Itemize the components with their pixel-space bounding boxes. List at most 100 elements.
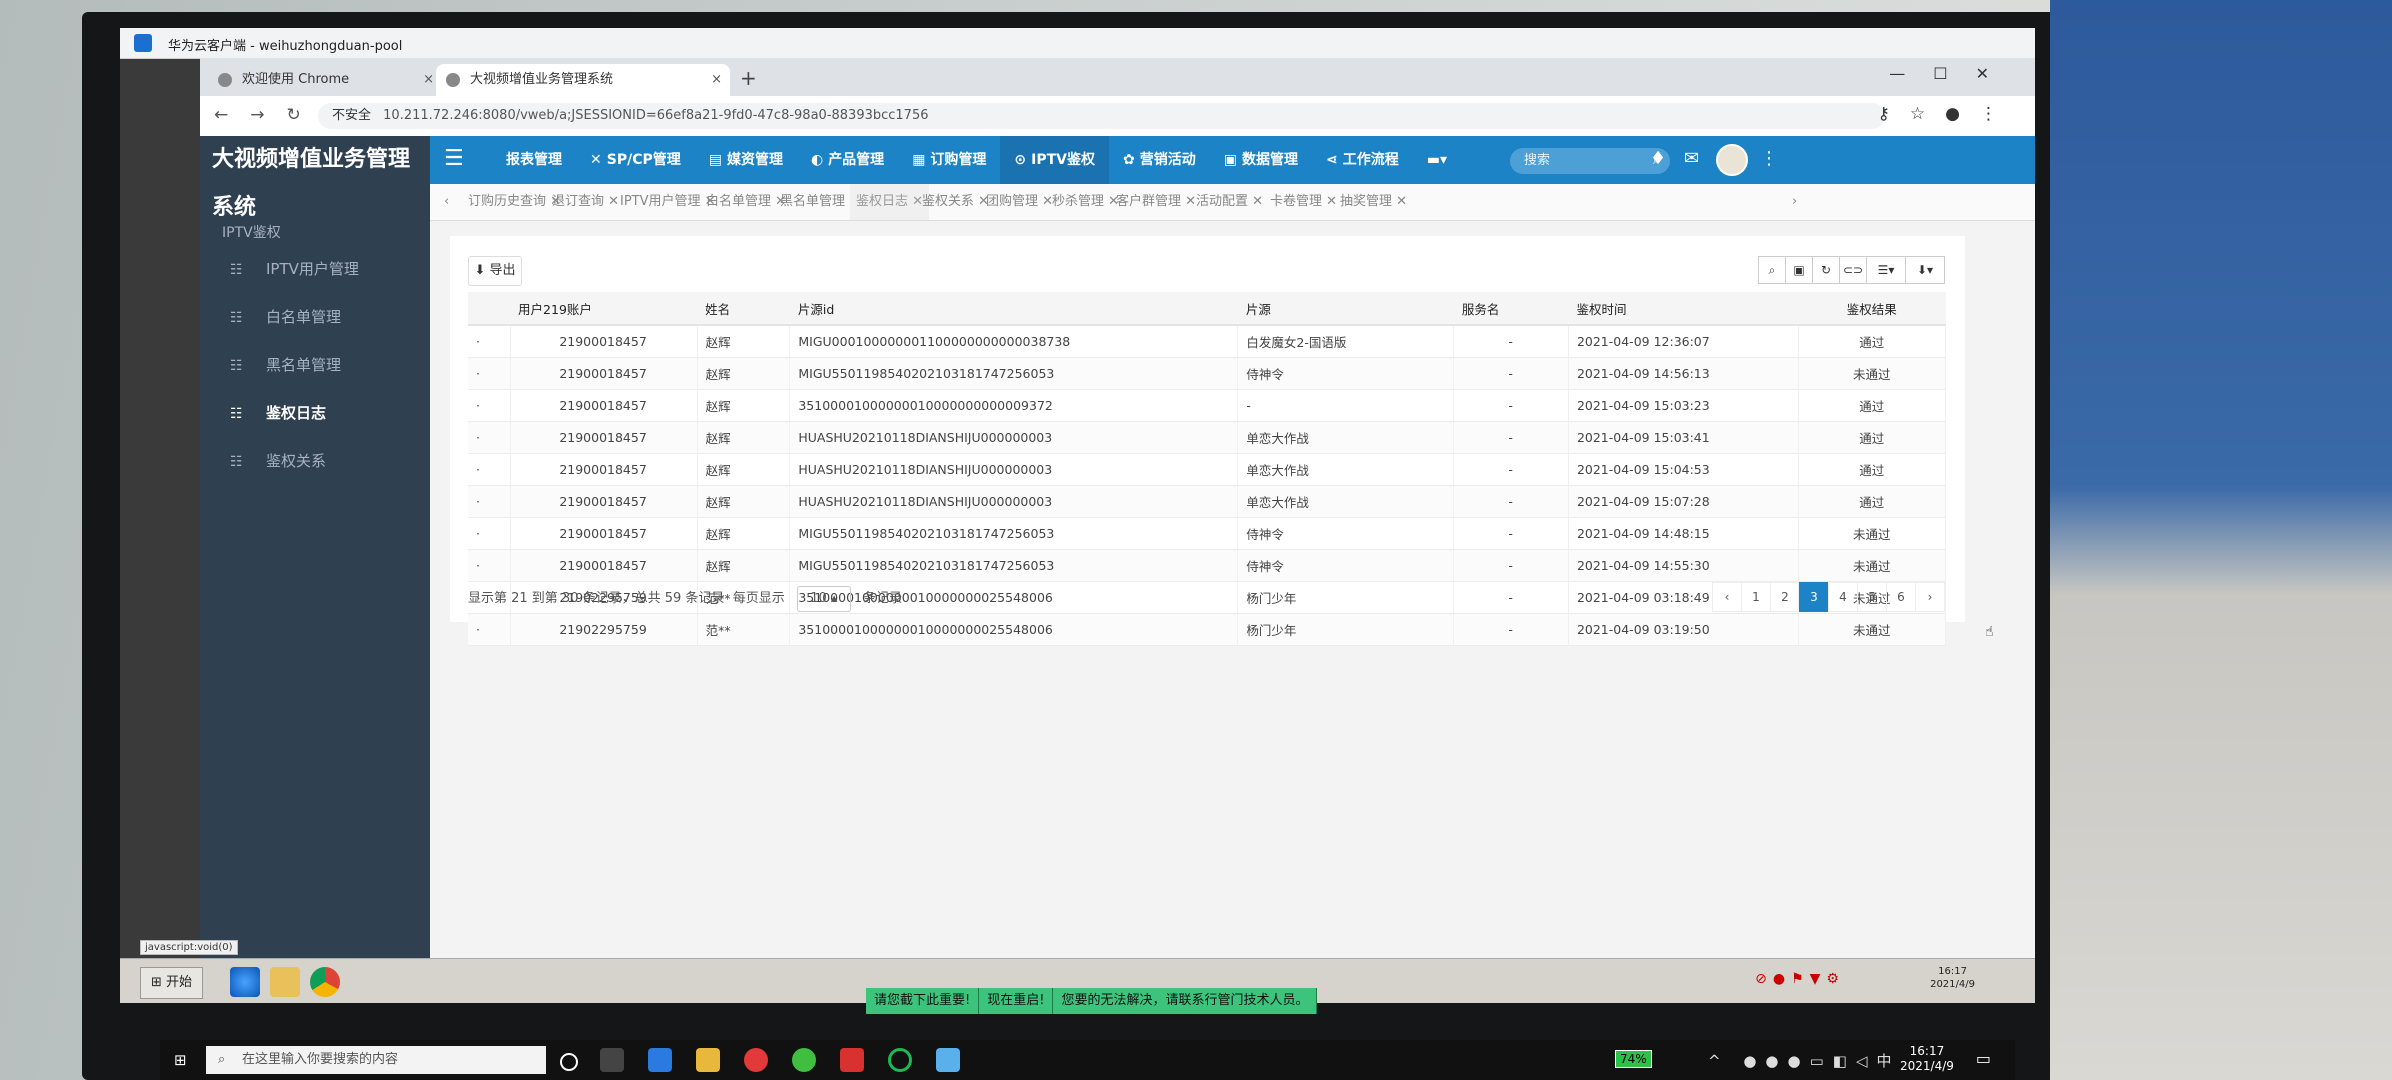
sidebar-item-auth-relation[interactable]: ☷ 鉴权关系 — [230, 442, 326, 480]
page-next-button[interactable]: › — [1915, 582, 1945, 612]
table-row[interactable]: · 21900018457 赵辉 35100001000000010000000000… — [468, 389, 1946, 422]
close-tab-icon[interactable]: × — [423, 64, 434, 96]
more-vertical-icon[interactable]: ⋮ — [1760, 148, 1778, 169]
row-select-cell[interactable]: · — [468, 549, 511, 582]
nav-buttons[interactable]: ←→↻ — [214, 105, 323, 125]
table-row[interactable]: · 21900018457 赵辉 MIGU5501198540202103181747… — [468, 549, 1946, 582]
new-tab-button[interactable]: + — [740, 66, 757, 90]
paginate-toggle-icon[interactable]: ▣ — [1785, 256, 1813, 284]
table-row[interactable]: · 21900018457 赵辉 HUASHU20210118DIANSHIJU000… — [468, 421, 1946, 454]
table-row[interactable]: · 21902295759 范** 3510000100000001000000002… — [468, 613, 1946, 646]
col-service[interactable]: 服务名 — [1453, 292, 1569, 326]
table-row[interactable]: · 21900018457 赵辉 HUASHU20210118DIANSHIJU000… — [468, 453, 1946, 486]
sidebar-item-iptv-users[interactable]: ☷ IPTV用户管理 — [230, 250, 359, 288]
page-tab-active[interactable]: 鉴权日志 ✕ — [850, 184, 930, 220]
page-button[interactable]: 5 — [1857, 582, 1887, 612]
page-size-select[interactable]: 10 ▴ — [796, 586, 851, 612]
user-avatar[interactable] — [1716, 144, 1748, 176]
page-button[interactable]: 4 — [1828, 582, 1858, 612]
page-tab[interactable]: 订购历史查询 ✕ — [468, 184, 561, 220]
nav-orders[interactable]: ▦ 订购管理 — [898, 136, 1000, 184]
start-button[interactable]: ⊞ 开始 — [140, 967, 204, 999]
mail-icon[interactable]: ✉ — [1684, 148, 1699, 169]
page-tab[interactable]: 卡卷管理 ✕ — [1270, 184, 1337, 220]
page-tab[interactable]: 抽奖管理 ✕ — [1340, 184, 1407, 220]
nav-spcp[interactable]: ✕ SP/CP管理 — [576, 136, 695, 184]
page-tab[interactable]: 白名单管理 ✕ — [706, 184, 786, 220]
row-select-cell[interactable]: · — [468, 325, 511, 358]
edge-icon[interactable] — [648, 1048, 672, 1072]
folder-icon[interactable] — [270, 967, 300, 997]
nav-reports[interactable]: 报表管理 — [492, 136, 576, 184]
nav-data[interactable]: ▣ 数据管理 — [1210, 136, 1312, 184]
cortana-icon[interactable] — [560, 1053, 578, 1071]
toggle-view-icon[interactable]: ⊂⊃ — [1839, 256, 1867, 284]
ie-icon[interactable] — [230, 967, 260, 997]
host-search-input[interactable]: ⌕ 在这里输入你要搜索的内容 — [206, 1046, 546, 1074]
browser-actions[interactable]: ⚷☆●⋮ — [1877, 104, 2017, 124]
app-icon-red[interactable] — [744, 1048, 768, 1072]
app-icon-redbox[interactable] — [840, 1048, 864, 1072]
page-tab[interactable]: 客户群管理 ✕ — [1116, 184, 1196, 220]
bell-icon[interactable]: ♦ — [1650, 148, 1666, 169]
page-tab[interactable]: 秒杀管理 ✕ — [1052, 184, 1119, 220]
page-tab[interactable]: 活动配置 ✕ — [1196, 184, 1263, 220]
col-auth-time[interactable]: 鉴权时间 — [1568, 292, 1799, 326]
page-tab[interactable]: 团购管理 ✕ — [986, 184, 1053, 220]
page-button[interactable]: 3 — [1799, 582, 1829, 612]
row-select-cell[interactable]: · — [468, 421, 511, 454]
window-controls[interactable]: —☐✕ — [1889, 64, 2017, 83]
app-icon-green[interactable] — [792, 1048, 816, 1072]
notification-icon[interactable]: ▭ — [1976, 1049, 1991, 1068]
table-row[interactable]: · 21900018457 赵辉 MIGU5501198540202103181747… — [468, 357, 1946, 390]
page-button[interactable]: 1 — [1741, 582, 1771, 612]
row-select-cell[interactable]: · — [468, 453, 511, 486]
page-tabs-prev-icon[interactable]: ‹ — [444, 184, 449, 220]
explorer-icon[interactable] — [696, 1048, 720, 1072]
sidebar-item-auth-log[interactable]: ☷ 鉴权日志 — [230, 394, 326, 432]
page-button[interactable]: 6 — [1886, 582, 1916, 612]
app-icon-ring[interactable] — [888, 1048, 912, 1072]
browser-tab-app[interactable]: 大视频增值业务管理系统 × — [436, 64, 730, 96]
columns-icon[interactable]: ☰▾ — [1866, 256, 1906, 284]
nav-search-input[interactable]: 搜索 ⌕ — [1510, 148, 1670, 174]
col-name[interactable]: 姓名 — [697, 292, 790, 326]
page-button[interactable]: 2 — [1770, 582, 1800, 612]
hamburger-icon[interactable]: ☰ — [444, 146, 464, 171]
row-select-cell[interactable]: · — [468, 517, 511, 550]
page-tab[interactable]: 退订查询 ✕ — [552, 184, 619, 220]
browser-tab-welcome[interactable]: 欢迎使用 Chrome × — [208, 64, 442, 96]
page-tab[interactable]: 鉴权关系 ✕ — [922, 184, 989, 220]
nav-products[interactable]: ◐ 产品管理 — [797, 136, 898, 184]
battery-indicator[interactable]: 74% — [1615, 1050, 1652, 1068]
row-select-cell[interactable]: · — [468, 389, 511, 422]
export-menu-icon[interactable]: ⬇▾ — [1905, 256, 1945, 284]
col-user-account[interactable]: 用户219账户 — [510, 292, 698, 326]
task-view-icon[interactable] — [600, 1048, 624, 1072]
col-content[interactable]: 片源 — [1237, 292, 1454, 326]
table-row[interactable]: · 21900018457 赵辉 MIGU0001000000011000000000… — [468, 325, 1946, 358]
address-bar[interactable]: 不安全 10.211.72.246:8080/vweb/a;JSESSIONID… — [318, 103, 1885, 129]
nav-iptv-auth[interactable]: ⊙ IPTV鉴权 — [1000, 136, 1110, 184]
page-tab[interactable]: 黑名单管理 ✕ — [780, 184, 860, 220]
page-prev-button[interactable]: ‹ — [1712, 582, 1742, 612]
row-select-cell[interactable]: · — [468, 485, 511, 518]
host-tray-icons[interactable]: ^ ●●●▭◧◁中 — [1708, 1050, 1901, 1071]
refresh-icon[interactable]: ↻ — [1812, 256, 1840, 284]
table-row[interactable]: · 21900018457 赵辉 MIGU5501198540202103181747… — [468, 517, 1946, 550]
nav-more[interactable]: ▬▾ — [1413, 136, 1461, 184]
row-select-cell[interactable]: · — [468, 613, 511, 646]
close-tab-icon[interactable]: × — [711, 64, 722, 96]
cloud-client-taskbar-icon[interactable] — [936, 1048, 960, 1072]
export-button[interactable]: ⬇ 导出 — [468, 256, 522, 286]
row-select-cell[interactable]: · — [468, 357, 511, 390]
nav-media[interactable]: ▤ 媒资管理 — [695, 136, 797, 184]
chrome-icon[interactable] — [310, 967, 340, 997]
nav-workflow[interactable]: ⋖ 工作流程 — [1312, 136, 1413, 184]
sidebar-item-whitelist[interactable]: ☷ 白名单管理 — [230, 298, 341, 336]
table-row[interactable]: · 21900018457 赵辉 HUASHU20210118DIANSHIJU000… — [468, 485, 1946, 518]
page-tabs-next-icon[interactable]: › — [1792, 184, 1797, 220]
search-toggle-icon[interactable]: ⌕ — [1758, 256, 1786, 284]
nav-marketing[interactable]: ✿ 营销活动 — [1109, 136, 1210, 184]
sidebar-item-blacklist[interactable]: ☷ 黑名单管理 — [230, 346, 341, 384]
